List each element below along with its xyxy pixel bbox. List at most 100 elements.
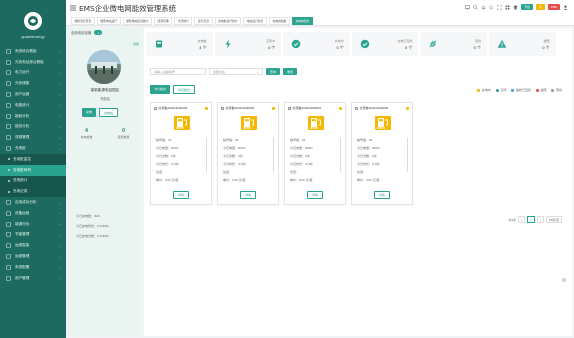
sidebar-item-label: 充电统计 (13, 178, 28, 183)
tab-item[interactable]: 能源管理 (153, 17, 173, 25)
charger-card[interactable]: 交流桩202211000330 桩号编：35 今日电量：0kWh 今日次数：0次 今日时… (217, 102, 279, 205)
energy-row: 今日充电次数：0.13kWh (76, 234, 109, 238)
card-detail-button[interactable]: 详情 (173, 191, 190, 199)
kpi-label: 离线 (474, 39, 481, 43)
sidebar-item-label: 充电桩监控 (13, 156, 31, 161)
tab-item[interactable]: 光伏统计 (174, 17, 193, 25)
status-green-button[interactable]: 开启 (521, 4, 533, 10)
card-detail-button[interactable]: 详情 (374, 191, 391, 199)
sidebar-item[interactable]: 系统综合看板 › (0, 46, 66, 57)
sidebar-item[interactable]: 充电统计 (0, 175, 66, 187)
tab-item[interactable]: 运行记录 (194, 17, 213, 25)
gear-icon[interactable] (562, 278, 566, 282)
legend-dot (551, 88, 555, 92)
sidebar-item-label: 用户管理 (15, 275, 30, 280)
status-yellow-button[interactable]: 新 (535, 4, 545, 10)
card-detail-button[interactable]: 详情 (240, 191, 257, 199)
card-checkbox[interactable] (154, 106, 157, 110)
legend-item: 插枪已连接 (511, 88, 531, 92)
bell-icon[interactable] (481, 5, 486, 10)
station-button[interactable]: 充电站 (99, 108, 119, 117)
reset-button[interactable]: 重置 (283, 68, 298, 75)
search-icon[interactable] (473, 4, 479, 10)
card-checkbox[interactable] (355, 106, 358, 110)
kpi-card: 空闲中 4 个 (214, 32, 282, 56)
station-name: 某新能源电站园区 (90, 88, 120, 92)
sidebar-item[interactable]: 光伏电站综合看板 › (0, 57, 66, 68)
station-energy-list: 今日充电量：0kW 今日充电时长：0.13kWh 今日充电次数：0.13kWh (76, 214, 109, 244)
sidebar-item[interactable]: 节能管理 › (0, 230, 66, 241)
tab-item[interactable]: 储能电站运营统计 (122, 17, 152, 25)
sidebar-item[interactable]: 用户管理 › (0, 273, 66, 284)
sidebar-item[interactable]: 双碳管理 › (0, 132, 66, 143)
sidebar-item[interactable]: 能源分析 › (0, 219, 66, 230)
station-detail-link[interactable]: 详情 (133, 42, 139, 46)
filter-bar: 请输入设备编号 全部状态 ⌄ 查询 重置 (150, 68, 298, 75)
sidebar-item[interactable]: 电力运行 › (0, 68, 66, 79)
card-scrollbar[interactable] (206, 138, 207, 172)
charge-button[interactable]: 充电 (82, 108, 97, 117)
status-select[interactable]: 全部状态 ⌄ (209, 68, 263, 75)
refresh-icon[interactable] (489, 5, 494, 10)
chevron-right-icon: › (60, 211, 61, 216)
logo-area: guanbenergy (0, 0, 66, 46)
chevron-right-icon: › (60, 146, 61, 151)
sidebar-item[interactable]: 充电桩系列 (0, 164, 66, 176)
grid-icon[interactable] (505, 5, 510, 10)
card-info-row: 位置： (357, 170, 367, 174)
next-page-button[interactable]: › (536, 216, 544, 223)
card-title: 交流桩202211000330 (225, 106, 255, 110)
charger-card[interactable]: 交流桩202211000204 桩号编：50 今日电量：0kWh 今日次数：0次 今日时… (351, 102, 413, 205)
tab-item[interactable]: 电站运行监控 (243, 17, 267, 25)
card-info-row: 今日电量：0kWh (357, 146, 380, 150)
fullscreen-icon[interactable] (497, 4, 503, 10)
tab-item[interactable]: 储能电站运行 (96, 17, 121, 25)
device-search-input[interactable]: 请输入设备编号 (150, 68, 206, 75)
sidebar-item[interactable]: 应用成功分析 › (0, 197, 66, 208)
card-scrollbar[interactable] (407, 138, 408, 172)
kpi-label: 故障 (543, 39, 550, 43)
tab-item[interactable]: 充电桩监控 (291, 17, 313, 25)
user-icon[interactable] (563, 5, 568, 10)
shirt-icon[interactable] (513, 5, 518, 10)
sidebar-item[interactable]: 充电记录 (0, 186, 66, 198)
legend-dot (535, 88, 539, 92)
tab-item[interactable]: 充电桩看板 (268, 17, 290, 25)
sidebar-item[interactable]: 电能统计 › (0, 100, 66, 111)
card-mode-button[interactable]: 卡片模式 (150, 85, 171, 94)
status-red-button[interactable]: 3466 (547, 4, 560, 10)
search-button[interactable]: 查询 (266, 68, 281, 75)
sidebar-item[interactable]: 充电桩 › (0, 143, 66, 154)
list-mode-button[interactable]: 列表模式 (173, 85, 196, 94)
card-scrollbar[interactable] (340, 138, 341, 172)
menu-item-icon (6, 49, 11, 54)
sidebar-item[interactable]: 光伏储能 › (0, 78, 66, 89)
sidebar-item[interactable]: 系统配置 › (0, 262, 66, 273)
card-checkbox[interactable] (221, 106, 224, 110)
card-detail-button[interactable]: 详情 (307, 191, 324, 199)
card-info-row: 今日时长：0小时 (357, 162, 380, 166)
screen-icon[interactable] (465, 4, 471, 10)
sidebar-item[interactable]: 运维智能 › (0, 240, 66, 251)
tab-item[interactable]: 储能监控首页 (71, 17, 95, 25)
sidebar-item[interactable]: 运维管理 › (0, 251, 66, 262)
sidebar-item[interactable]: 能耗分析 › (0, 111, 66, 122)
prev-page-button[interactable]: ‹ (518, 216, 526, 223)
charger-card[interactable]: 交流桩202211000130 桩号编：22 今日电量：0kWh 今日次数：0次 今日时… (150, 102, 212, 205)
menu-item-icon (6, 70, 11, 76)
page-size-select[interactable]: 10条/页 (545, 216, 562, 223)
sidebar-item-label: 充电记录 (13, 189, 28, 194)
card-scrollbar[interactable] (273, 138, 274, 172)
current-page[interactable]: 1 (527, 216, 535, 223)
sidebar-item[interactable]: 能效分析 › (0, 122, 66, 133)
charger-card[interactable]: 交流桩202211000237 桩号编：32 今日电量：0kWh 今日次数：0次 今日时… (284, 102, 346, 205)
card-header: 交流桩202211000330 (221, 106, 254, 110)
sidebar-item[interactable]: 设备运维 › (0, 208, 66, 219)
card-checkbox[interactable] (288, 106, 291, 110)
menu-icon[interactable] (70, 5, 76, 11)
sidebar-item[interactable]: 用户运营 › (0, 89, 66, 100)
status-dot (406, 107, 409, 110)
menu-item-icon (6, 232, 11, 238)
sidebar-item[interactable]: 充电桩监控 (0, 153, 66, 165)
tab-item[interactable]: 充电桩运行统计 (214, 17, 242, 25)
